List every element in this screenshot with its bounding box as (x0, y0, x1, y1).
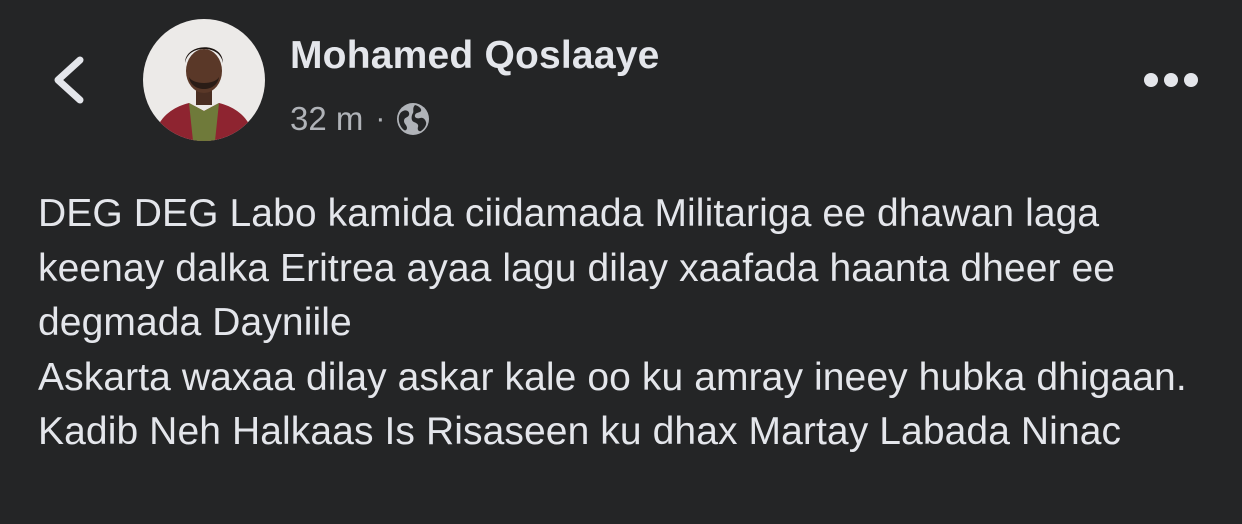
globe-icon[interactable] (395, 101, 431, 137)
more-horizontal-icon (1144, 73, 1198, 87)
more-options-button[interactable] (1138, 60, 1204, 100)
avatar[interactable] (143, 19, 265, 141)
profile-photo (143, 19, 265, 141)
post-timestamp[interactable]: 32 m (290, 100, 363, 138)
back-button[interactable] (44, 48, 96, 112)
author-name[interactable]: Mohamed Qoslaaye (290, 34, 660, 78)
meta-separator: · (375, 102, 386, 135)
post-meta: 32 m · (290, 96, 431, 142)
chevron-left-icon (54, 56, 84, 104)
post-body: DEG DEG Labo kamida ciidamada Militariga… (38, 192, 1187, 453)
